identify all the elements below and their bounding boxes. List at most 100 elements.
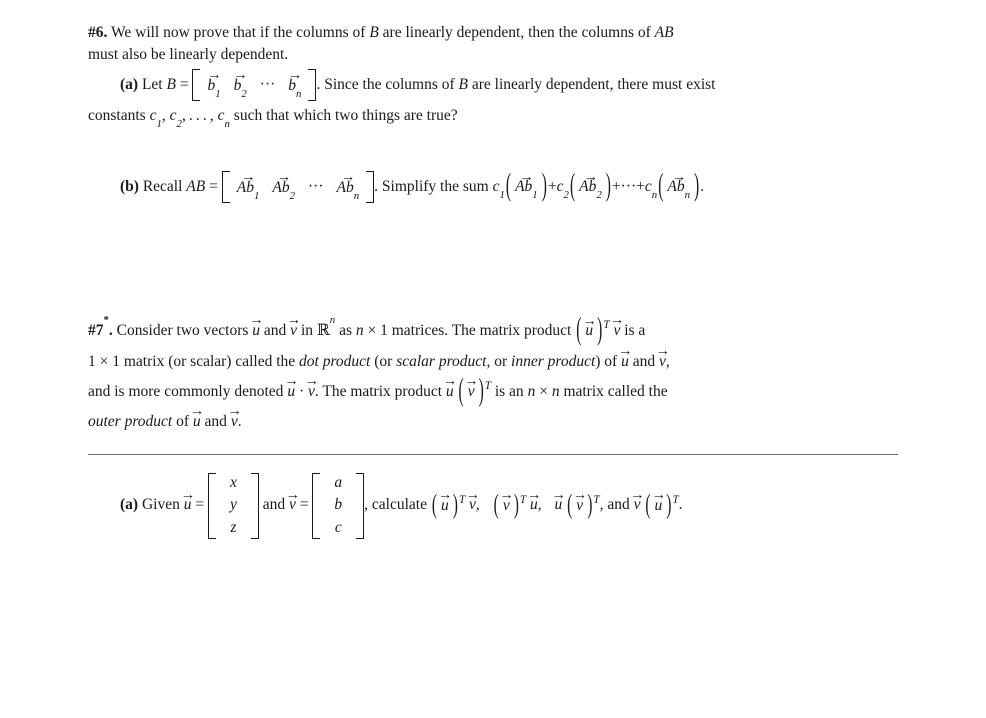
vector-u: → u <box>180 486 195 514</box>
column-vector-v: a b c <box>312 471 365 542</box>
part-b-text-before: Recall <box>142 177 183 195</box>
problem-6: #6. We will now prove that if the column… <box>88 22 898 203</box>
problem-7-text-6: matrix (or scalar) called the <box>123 352 296 370</box>
equals-sign-2: = <box>299 496 309 514</box>
problem-7-part-a-and: and <box>262 496 286 514</box>
transpose-exponent: T <box>484 379 491 392</box>
paren-right: ) <box>587 490 593 520</box>
matrix-cell-bn: → bn <box>288 66 302 100</box>
vector-v: → v <box>655 342 670 370</box>
problem-7-text-2: in <box>300 322 313 339</box>
part-b-sum-term-1: c1(→ Ab1) + <box>493 169 557 204</box>
arrow-accent-icon: → <box>572 487 587 504</box>
arrow-accent-icon: → <box>671 168 686 185</box>
u-entry-1: x <box>229 473 237 491</box>
arrow-accent-icon: → <box>207 66 221 83</box>
term-ab2: → Ab2 <box>579 168 602 202</box>
scalar-dim-1a: 1 <box>88 352 96 370</box>
u-entry-3: z <box>230 519 237 537</box>
bracket-right <box>250 472 259 539</box>
coefficient-cn: cn <box>644 177 658 201</box>
outer-product-expression: → u (→ v) T <box>443 373 491 409</box>
paren-right: ) <box>694 168 700 204</box>
problem-7-line-4: outer product of → u and → v. <box>88 404 898 437</box>
matrix-cell-b1: → b1 <box>207 66 221 100</box>
problem-7-label: #7*. <box>88 314 113 339</box>
vector-v: → v <box>630 486 644 514</box>
vector-u: → u <box>438 487 452 514</box>
problem-7-text-8: , or <box>486 352 508 370</box>
part-b-var-ab: AB <box>186 177 206 195</box>
term-abn: → Abn <box>667 168 691 202</box>
vector-u: → u <box>527 486 541 514</box>
part-a-equals: = <box>179 75 189 93</box>
term-dot-product: dot product <box>299 352 371 370</box>
operator-plus-ellipsis: +···+ <box>611 177 645 195</box>
problem-6-stem-var-ab: AB <box>654 24 674 41</box>
arrow-accent-icon: → <box>241 169 255 186</box>
paren-left: ( <box>576 312 582 348</box>
transpose-exponent: T <box>603 319 610 332</box>
paren-right: ) <box>605 168 611 204</box>
bracket-right <box>308 69 317 101</box>
problem-6-stem: #6. We will now prove that if the column… <box>88 22 898 66</box>
vector-v: → v <box>572 487 587 514</box>
matrix-cell-ab2: → Ab2 <box>272 169 296 202</box>
matrix-b-columns: → b1 → b2 ··· → bn <box>192 66 317 101</box>
problem-6-stem-text-2: are linearly dependent, then the columns… <box>382 24 651 41</box>
vector-u: → u <box>284 372 299 400</box>
vector-v: → v <box>499 487 514 514</box>
arrow-accent-icon: → <box>464 373 478 390</box>
part-a-var-b-again: B <box>458 75 468 93</box>
part-b-text-after: . Simplify the sum <box>374 177 489 195</box>
part-a-label: (a) <box>120 75 139 93</box>
dot-product-notation: → u · → v <box>284 372 318 400</box>
dim-1: 1 <box>380 322 388 339</box>
matrix-ellipsis: ··· <box>308 178 324 195</box>
problem-7-text-7: (or <box>374 352 393 370</box>
problem-7-and-1: and <box>263 322 287 339</box>
part-a-line2-after: such that which two things are true? <box>233 107 458 124</box>
arrow-accent-icon: → <box>519 168 534 185</box>
part-b-equals: = <box>209 177 218 195</box>
problem-7-text-11: . The matrix product <box>314 382 443 400</box>
product-expression-4: → v (→ u) T. <box>630 486 682 520</box>
problem-7-text-13: matrix called the <box>563 382 668 400</box>
vector-u: → u <box>551 486 566 514</box>
arrow-accent-icon: → <box>285 486 300 503</box>
separator: , and <box>599 496 630 514</box>
operator-plus-1: + <box>547 177 557 195</box>
times-symbol: × <box>99 352 109 370</box>
constant-c2: c2 <box>169 107 182 131</box>
bracket-left <box>207 472 216 539</box>
vector-v: → v <box>465 486 480 514</box>
arrow-accent-icon: → <box>288 66 302 83</box>
paren-right: ) <box>452 490 458 520</box>
worksheet-page: #6. We will now prove that if the column… <box>0 0 986 718</box>
part-a-text-before: Let <box>141 75 163 93</box>
u-entry-2: y <box>229 496 237 514</box>
problem-7-part-a: (a) Given → u = x y z and → v = a b c , … <box>88 471 898 542</box>
part-a-line2-before: constants <box>88 107 146 124</box>
arrow-accent-icon: → <box>551 486 566 503</box>
arrow-accent-icon: → <box>465 486 480 503</box>
arrow-accent-icon: → <box>304 372 319 389</box>
paren-right: ) <box>597 312 603 348</box>
coefficient-c2: c2 <box>556 177 569 201</box>
problem-7-part-a-calculate: , calculate <box>364 496 427 514</box>
matrix-ab-columns: → Ab1 → Ab2 ··· → Abn <box>221 169 375 203</box>
term-outer-product: outer product <box>88 413 173 431</box>
problem-7-star: * <box>103 314 109 327</box>
vector-v: → v <box>464 373 478 401</box>
transpose-exponent: T <box>458 493 466 506</box>
vector-u: → u <box>651 487 666 514</box>
problem-6-stem-text-1: We will now prove that if the columns of <box>110 24 366 41</box>
bracket-left <box>192 69 201 101</box>
problem-7-line-1: #7*. Consider two vectors → u and → v in ℝ… <box>88 313 898 348</box>
paren-left: ( <box>567 490 573 520</box>
problem-6-stem-text-3: must also be linearly dependent. <box>88 46 289 63</box>
product-expression-2: (→ v) T → u, <box>493 486 542 520</box>
problem-6-stem-var-b: B <box>369 24 379 41</box>
problem-7-text-10: and is more commonly denoted <box>88 382 284 400</box>
equals-sign: = <box>195 496 205 514</box>
